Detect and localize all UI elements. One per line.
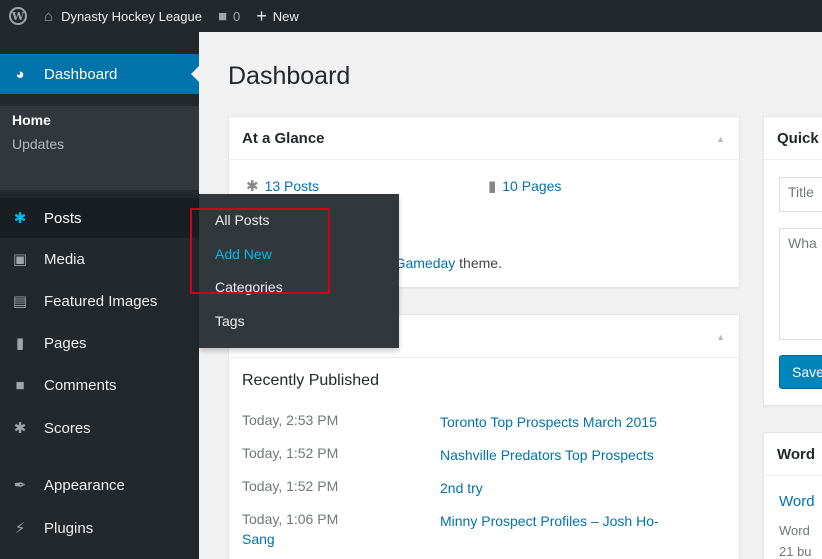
news-excerpt-line: 21 bu	[779, 544, 812, 559]
sidebar-item-posts[interactable]: ✱ Posts	[0, 198, 199, 238]
submenu-updates[interactable]: Updates	[12, 136, 64, 152]
sidebar-item-label: Scores	[44, 419, 91, 437]
collapse-toggle-icon[interactable]: ▲	[716, 332, 725, 342]
dashboard-icon: ◕	[15, 65, 25, 83]
activity-date: Today, 1:06 PM	[242, 511, 339, 527]
admin-bar: W ⌂ Dynasty Hockey League ■ 0 + New	[0, 0, 822, 32]
sidebar-item-label: Pages	[44, 334, 87, 352]
flyout-item-tags[interactable]: Tags	[215, 313, 245, 329]
activity-date: Today, 2:53 PM	[242, 412, 339, 428]
pin-icon: ✱	[13, 210, 27, 227]
dashboard-submenu: Home Updates	[0, 106, 199, 190]
pages-icon: ▮	[488, 178, 497, 195]
comments-count: 0	[233, 8, 241, 24]
sidebar-item-dashboard[interactable]: ◕ Dashboard	[0, 54, 199, 94]
wordpress-logo-icon[interactable]: W	[0, 0, 36, 32]
comment-icon: ■	[15, 376, 25, 394]
comment-icon: ■	[217, 7, 228, 25]
activity-post-link[interactable]: Nashville Predators Top Prospects	[440, 445, 710, 465]
news-header[interactable]: Word	[764, 433, 822, 476]
news-excerpt-line: Word	[779, 523, 810, 538]
sidebar-item-label: Appearance	[44, 476, 125, 494]
theme-link[interactable]: Gameday	[395, 255, 456, 271]
news-link[interactable]: Word	[779, 493, 815, 510]
sidebar-item-label: Posts	[44, 209, 82, 227]
activity-post-link[interactable]: Minny Prospect Profiles – Josh Ho-	[440, 511, 710, 531]
glance-posts-link[interactable]: ✱ 13 Posts	[246, 177, 319, 195]
page-title: Dashboard	[228, 62, 351, 90]
sidebar-item-pages[interactable]: ▮ Pages	[0, 323, 199, 363]
sidebar-item-label: Comments	[44, 376, 117, 394]
annotation-highlight-box	[190, 208, 330, 294]
images-icon: ▤	[12, 293, 28, 310]
sidebar-item-appearance[interactable]: ✒ Appearance	[0, 465, 199, 505]
glance-posts-count: 13 Posts	[264, 178, 320, 194]
activity-post-link-continued[interactable]: Sang	[242, 531, 275, 547]
site-name: Dynasty Hockey League	[61, 8, 202, 24]
activity-post-link[interactable]: Toronto Top Prospects March 2015	[440, 412, 710, 432]
pin-icon: ✱	[246, 178, 259, 195]
glance-pages-count: 10 Pages	[502, 178, 562, 194]
sidebar-item-label: Plugins	[44, 519, 94, 537]
at-a-glance-header[interactable]: At a Glance ▲	[229, 117, 739, 160]
sidebar-item-label: Dashboard	[44, 65, 118, 83]
quick-draft-header[interactable]: Quick	[764, 117, 822, 160]
save-draft-button[interactable]: Save	[779, 355, 822, 389]
activity-date: Today, 1:52 PM	[242, 445, 339, 461]
draft-title-input[interactable]: Title	[779, 177, 822, 212]
collapse-toggle-icon[interactable]: ▲	[716, 134, 725, 144]
glance-pages-link[interactable]: ▮ 10 Pages	[488, 177, 561, 195]
media-icon: ▣	[12, 251, 28, 268]
site-name-link[interactable]: ⌂ Dynasty Hockey League	[36, 0, 210, 32]
current-menu-arrow	[191, 66, 199, 82]
submenu-home[interactable]: Home	[12, 112, 51, 128]
sidebar-item-plugins[interactable]: ⚡ Plugins	[0, 508, 199, 548]
quick-draft-title: Quick	[777, 129, 819, 147]
sidebar-item-media[interactable]: ▣ Media	[0, 239, 199, 279]
pin-icon: ✱	[13, 420, 27, 437]
sidebar-item-featured-images[interactable]: ▤ Featured Images	[0, 281, 199, 321]
brush-icon: ✒	[13, 477, 27, 494]
comments-link[interactable]: ■ 0	[210, 0, 248, 32]
home-icon: ⌂	[44, 7, 54, 25]
at-a-glance-title: At a Glance	[242, 129, 325, 147]
draft-content-textarea[interactable]: Wha	[779, 228, 822, 340]
activity-date: Today, 1:52 PM	[242, 478, 339, 494]
sidebar-item-comments[interactable]: ■ Comments	[0, 365, 199, 405]
admin-sidebar: ◕ Dashboard Home Updates ✱ Posts ▣ Media…	[0, 32, 199, 559]
plus-icon: +	[256, 5, 267, 26]
news-title: Word	[777, 445, 816, 463]
sidebar-item-label: Featured Images	[44, 292, 158, 310]
plugin-icon: ⚡	[14, 520, 26, 537]
sidebar-item-label: Media	[44, 250, 85, 268]
recently-published-heading: Recently Published	[242, 372, 379, 389]
new-content-link[interactable]: + New	[248, 0, 307, 32]
theme-suffix: theme.	[455, 255, 502, 271]
pages-icon: ▮	[15, 335, 25, 352]
sidebar-item-scores[interactable]: ✱ Scores	[0, 408, 199, 448]
new-label: New	[272, 8, 299, 24]
activity-post-link[interactable]: 2nd try	[440, 478, 710, 498]
